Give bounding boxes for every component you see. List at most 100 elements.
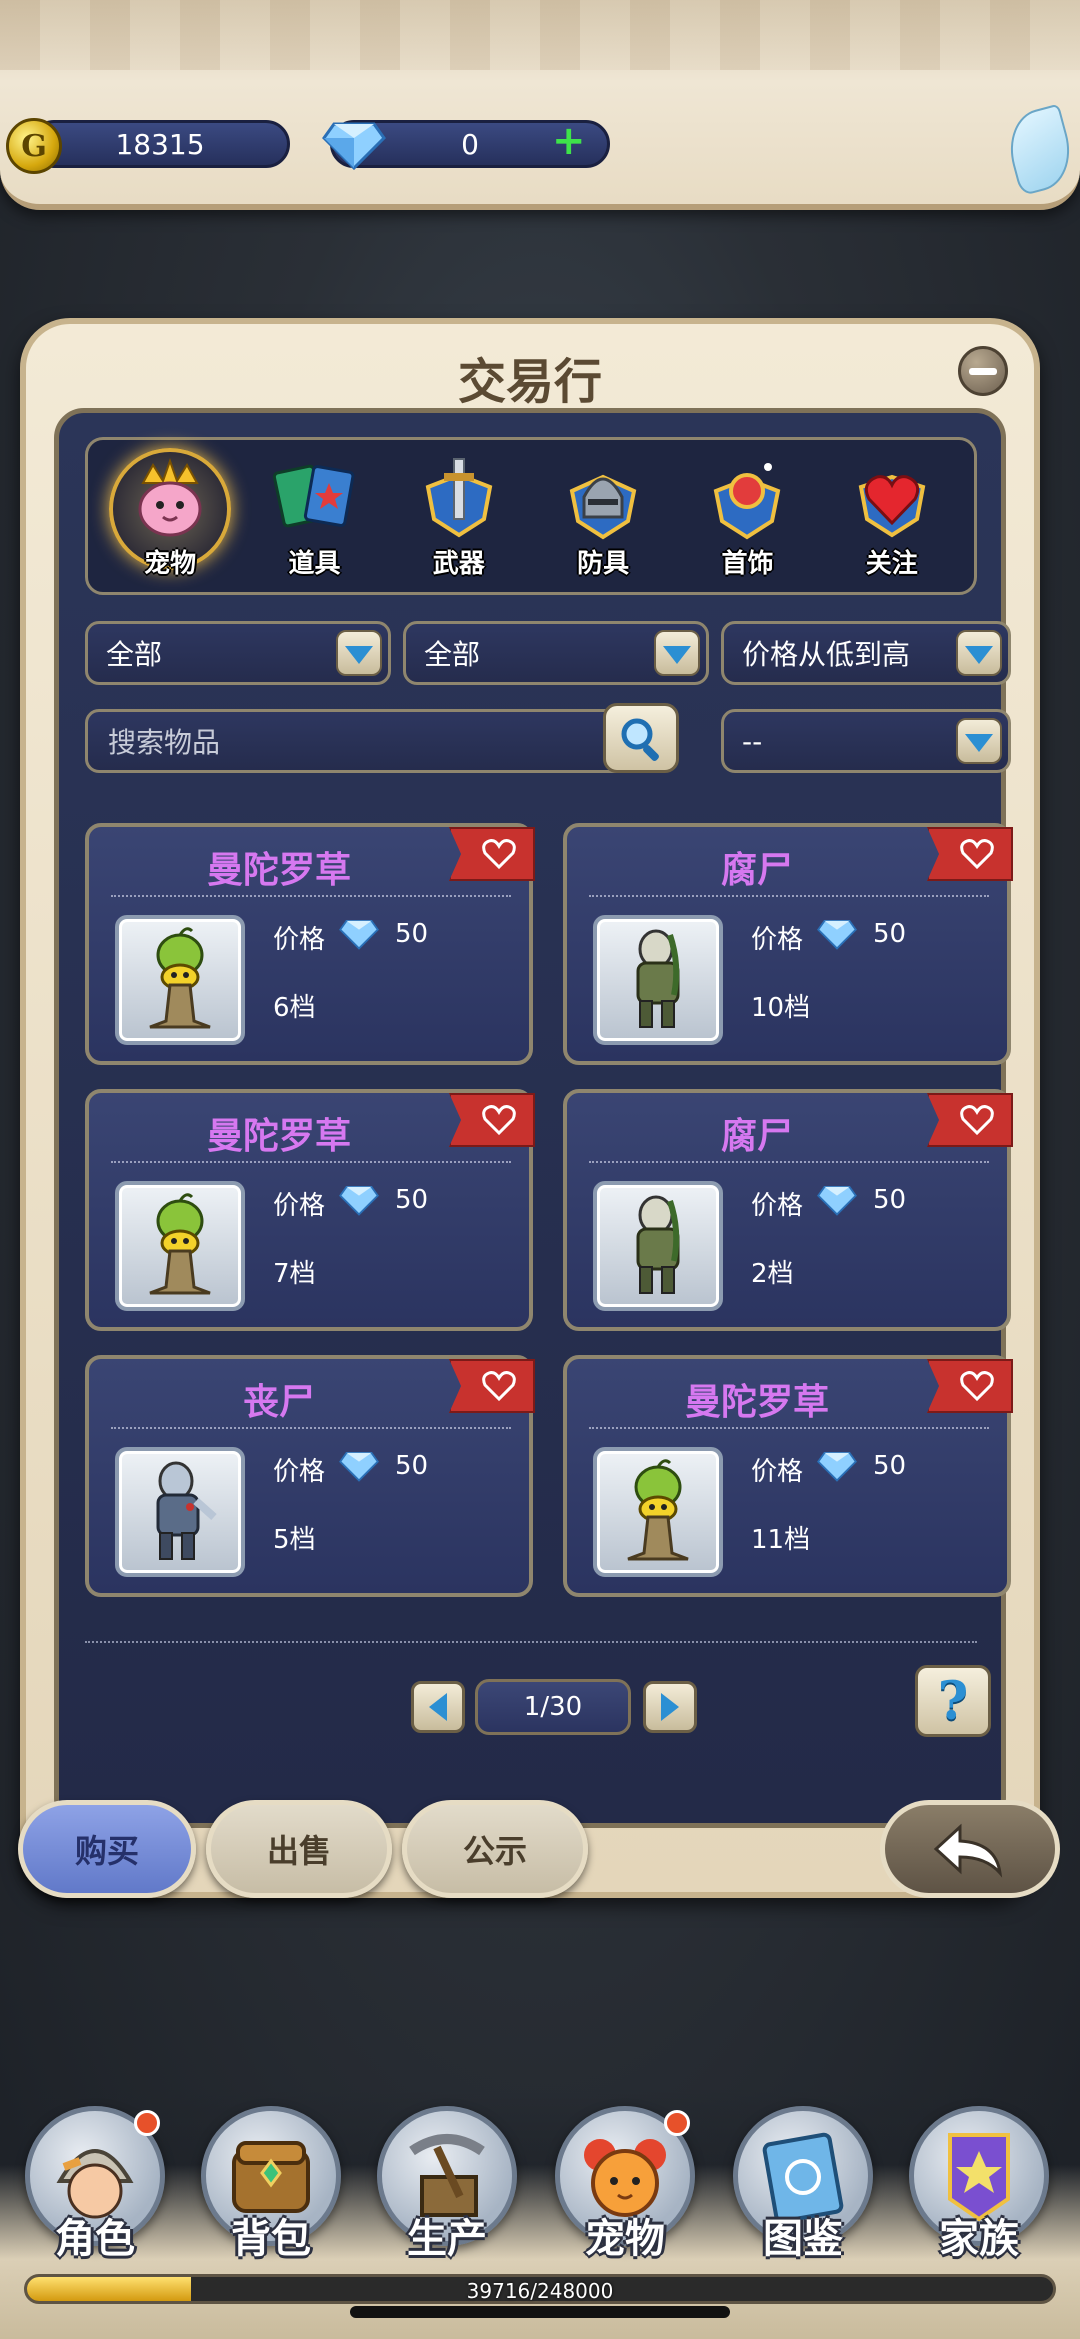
minimize-button[interactable] — [958, 346, 1008, 396]
nav-codex[interactable]: 图鉴 — [728, 2106, 878, 2266]
diamond-icon — [817, 919, 857, 950]
price-value: 50 — [873, 1451, 907, 1481]
item-tier: 10档 — [751, 993, 811, 1023]
rotting-corpse-icon — [593, 915, 723, 1045]
item-name: 曼陀罗草 — [206, 850, 351, 891]
search-input[interactable]: 搜索物品 — [85, 709, 635, 773]
category-label: 道具 — [288, 549, 341, 579]
divider — [111, 1161, 511, 1163]
dropdown-value: 全部 — [424, 638, 481, 671]
home-indicator[interactable] — [350, 2306, 730, 2318]
tab-notice[interactable]: 公示 — [402, 1800, 588, 1898]
favorite-button[interactable] — [927, 1093, 1013, 1147]
prev-page-button[interactable] — [411, 1681, 465, 1733]
category-label: 防具 — [577, 549, 630, 579]
gold-amount: 18315 — [115, 127, 205, 161]
filter-dropdown-1[interactable]: 全部 — [85, 621, 391, 685]
back-arrow-icon — [933, 1823, 1003, 1878]
divider — [111, 895, 511, 897]
favorite-button[interactable] — [449, 1093, 535, 1147]
category-items[interactable]: 道具 — [249, 446, 379, 586]
heart-outline-icon — [482, 1371, 516, 1402]
add-gems-button[interactable]: + — [552, 121, 586, 161]
item-name: 曼陀罗草 — [684, 1382, 829, 1423]
search-icon — [621, 718, 659, 761]
item-name: 腐尸 — [720, 850, 793, 891]
chevron-down-icon[interactable] — [654, 630, 700, 676]
heart-outline-icon — [960, 1105, 994, 1136]
tab-sell[interactable]: 出售 — [206, 1800, 392, 1898]
favorite-button[interactable] — [927, 827, 1013, 881]
category-armor[interactable]: 防具 — [538, 446, 668, 586]
top-banner — [0, 0, 1080, 210]
category-label: 宠物 — [144, 549, 197, 579]
page-indicator: 1/30 — [475, 1679, 631, 1735]
category-label: 武器 — [432, 549, 485, 579]
notification-badge — [664, 2110, 690, 2136]
category-pet[interactable]: 宠物 — [105, 446, 235, 586]
filter-dropdown-2[interactable]: 全部 — [403, 621, 709, 685]
gem-amount: 0 — [461, 127, 479, 161]
chevron-down-icon[interactable] — [956, 718, 1002, 764]
weapon-icon — [411, 454, 507, 544]
page-number: 1/30 — [523, 1692, 583, 1722]
price-label: 价格 — [273, 925, 326, 955]
dropdown-value: 价格从低到高 — [742, 638, 911, 671]
price-label: 价格 — [273, 1191, 326, 1221]
price-label: 价格 — [751, 925, 804, 955]
listing-card[interactable]: 腐尸 价格 50 10档 — [563, 823, 1013, 1065]
search-placeholder: 搜索物品 — [108, 726, 221, 759]
armor-icon — [555, 454, 651, 544]
chevron-down-icon[interactable] — [956, 630, 1002, 676]
listing-card[interactable]: 曼陀罗草 价格 50 6档 — [85, 823, 535, 1065]
tab-buy[interactable]: 购买 — [18, 1800, 196, 1898]
price-value: 50 — [395, 1451, 429, 1481]
favorite-button[interactable] — [449, 1359, 535, 1413]
nav-backpack[interactable]: 背包 — [196, 2106, 346, 2266]
listing-card[interactable]: 曼陀罗草 价格 50 11档 — [563, 1355, 1013, 1597]
help-button[interactable]: ? — [915, 1665, 991, 1737]
chevron-down-icon[interactable] — [336, 630, 382, 676]
nav-pets[interactable]: 宠物 — [550, 2106, 700, 2266]
nav-label: 生产 — [407, 2216, 487, 2262]
heart-outline-icon — [482, 1105, 516, 1136]
item-name: 丧尸 — [242, 1382, 315, 1423]
favorite-button[interactable] — [449, 827, 535, 881]
nav-label: 背包 — [231, 2216, 311, 2262]
zombie-icon — [115, 1447, 245, 1577]
search-button[interactable] — [603, 703, 679, 773]
tab-label: 购买 — [74, 1832, 139, 1870]
heart-outline-icon — [960, 839, 994, 870]
nav-character[interactable]: 角色 — [20, 2106, 170, 2266]
next-page-button[interactable] — [643, 1681, 697, 1733]
sort-dropdown[interactable]: 价格从低到高 — [721, 621, 1011, 685]
items-icon — [266, 454, 362, 544]
price-value: 50 — [395, 1185, 429, 1215]
category-favorites[interactable]: 关注 — [827, 446, 957, 586]
minus-icon — [969, 367, 997, 375]
item-tier: 5档 — [273, 1525, 316, 1555]
filter-dropdown-4[interactable]: -- — [721, 709, 1011, 773]
back-button[interactable] — [880, 1800, 1060, 1898]
heart-outline-icon — [960, 1371, 994, 1402]
mandrake-icon — [593, 1447, 723, 1577]
divider — [589, 1427, 989, 1429]
price-label: 价格 — [751, 1457, 804, 1487]
category-weapons[interactable]: 武器 — [394, 446, 524, 586]
nav-production[interactable]: 生产 — [372, 2106, 522, 2266]
heart-outline-icon — [482, 839, 516, 870]
nav-label: 图鉴 — [763, 2216, 843, 2262]
category-label: 首饰 — [721, 549, 774, 579]
listing-card[interactable]: 曼陀罗草 价格 50 7档 — [85, 1089, 535, 1331]
nav-label: 角色 — [55, 2216, 135, 2262]
banner-artwork — [0, 0, 1080, 70]
divider — [589, 1161, 989, 1163]
experience-text: 39716/248000 — [466, 2279, 614, 2303]
price-value: 50 — [873, 1185, 907, 1215]
category-jewelry[interactable]: 首饰 — [682, 446, 812, 586]
nav-family[interactable]: 家族 — [904, 2106, 1054, 2266]
question-icon: ? — [937, 1670, 969, 1732]
listing-card[interactable]: 丧尸 价格 50 5档 — [85, 1355, 535, 1597]
listing-card[interactable]: 腐尸 价格 50 2档 — [563, 1089, 1013, 1331]
favorite-button[interactable] — [927, 1359, 1013, 1413]
